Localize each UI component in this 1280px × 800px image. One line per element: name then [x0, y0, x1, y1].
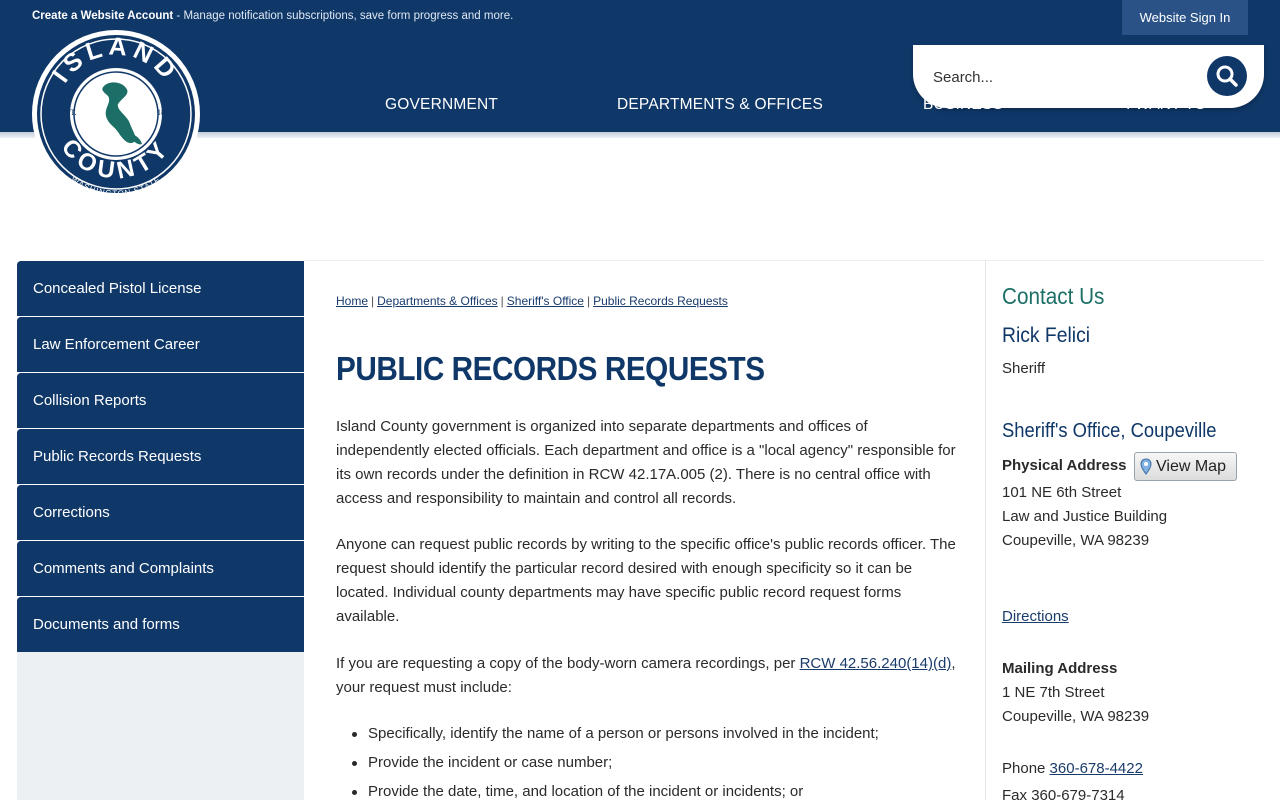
sidebar-item-comments-and-complaints[interactable]: Comments and Complaints	[17, 541, 304, 596]
logo-year-text: 1853	[157, 108, 173, 117]
fax-number: 360-679-7314	[1031, 787, 1125, 800]
account-description: - Manage notification subscriptions, sav…	[173, 10, 514, 22]
search-icon	[1216, 65, 1238, 87]
view-map-button[interactable]: View Map	[1134, 452, 1237, 481]
office-name: Sheriff's Office, Coupeville	[1002, 420, 1217, 442]
sidebar-item-documents-and-forms[interactable]: Documents and forms	[17, 597, 304, 652]
physical-address-label: Physical Address	[1002, 457, 1127, 474]
paragraph-requests: Anyone can request public records by wri…	[336, 536, 956, 625]
phone-row: Phone 360-678-4422	[1002, 760, 1143, 777]
phone-label: Phone	[1002, 760, 1050, 777]
physical-address-line: Coupeville, WA 98239	[1002, 532, 1150, 549]
mailing-address-line: Coupeville, WA 98239	[1002, 708, 1150, 725]
search-button[interactable]	[1207, 56, 1247, 96]
sign-in-button[interactable]: Website Sign In	[1122, 0, 1248, 35]
sidebar-item-concealed-pistol-license[interactable]: Concealed Pistol License	[17, 261, 304, 316]
breadcrumb-sheriffs-office[interactable]: Sheriff's Office	[507, 294, 584, 308]
view-map-label: View Map	[1156, 457, 1226, 475]
breadcrumb-home[interactable]: Home	[336, 294, 368, 308]
breadcrumb-separator: |	[500, 294, 504, 308]
create-account-link[interactable]: Create a Website Account	[32, 10, 173, 22]
breadcrumb-departments-offices[interactable]: Departments & Offices	[377, 294, 498, 308]
search-input[interactable]	[933, 65, 1193, 89]
requirements-list: Specifically, identify the name of a per…	[336, 722, 956, 800]
mailing-address-line: 1 NE 7th Street	[1002, 684, 1105, 701]
content-top-border	[304, 260, 1264, 261]
phone-link[interactable]: 360-678-4422	[1050, 760, 1143, 777]
sidebar-item-public-records-requests[interactable]: Public Records Requests	[17, 429, 304, 484]
column-divider	[985, 260, 986, 800]
list-item: Specifically, identify the name of a per…	[336, 722, 956, 751]
breadcrumb: Home | Departments & Offices | Sheriff's Off…	[336, 294, 728, 308]
breadcrumb-separator: |	[586, 294, 591, 308]
nav-government[interactable]: GOVERNMENT	[385, 96, 498, 114]
directions-link[interactable]: Directions	[1002, 608, 1069, 625]
mailing-address-label: Mailing Address	[1002, 660, 1118, 677]
fax-row: Fax 360-679-7314	[1002, 787, 1125, 800]
sidebar-item-law-enforcement-career[interactable]: Law Enforcement Career	[17, 317, 304, 372]
physical-address-line: 101 NE 6th Street	[1002, 484, 1122, 501]
map-pin-icon	[1140, 458, 1152, 475]
nav-business[interactable]: BUSINESS	[923, 96, 1003, 114]
paragraph-body-cam: If you are requesting a copy of the body…	[336, 652, 956, 700]
sidebar-background	[17, 652, 304, 800]
breadcrumb-public-records-requests[interactable]: Public Records Requests	[593, 294, 728, 308]
account-notice: Create a Website Account - Manage notifi…	[32, 10, 513, 22]
contact-name: Rick Felici	[1002, 324, 1091, 347]
list-item: Provide the date, time, and location of …	[336, 780, 956, 800]
nav-departments-offices[interactable]: DEPARTMENTS & OFFICES	[617, 96, 823, 114]
contact-title: Sheriff	[1002, 360, 1046, 377]
paragraph-agencies: Island County government is organized in…	[336, 418, 956, 507]
logo-est-text: EST.	[61, 108, 77, 117]
sidebar-item-collision-reports[interactable]: Collision Reports	[17, 373, 304, 428]
page-title: PUBLIC RECORDS REQUESTS	[336, 350, 765, 387]
physical-address-line: Law and Justice Building	[1002, 508, 1168, 525]
nav-i-want-to[interactable]: I WANT TO	[1126, 96, 1206, 114]
fax-label: Fax	[1002, 787, 1032, 800]
breadcrumb-separator: |	[371, 294, 375, 308]
county-seal-logo[interactable]: ISLAND COUNTY WASHINGTON STATE EST. 1853	[30, 28, 202, 200]
list-item: Provide the incident or case number;	[336, 751, 956, 780]
rcw-link[interactable]: RCW 42.56.240(14)(d)	[800, 655, 952, 672]
sidebar-item-corrections[interactable]: Corrections	[17, 485, 304, 540]
contact-heading: Contact Us	[1002, 283, 1105, 309]
body-cam-text: If you are requesting a copy of the body…	[336, 655, 800, 672]
